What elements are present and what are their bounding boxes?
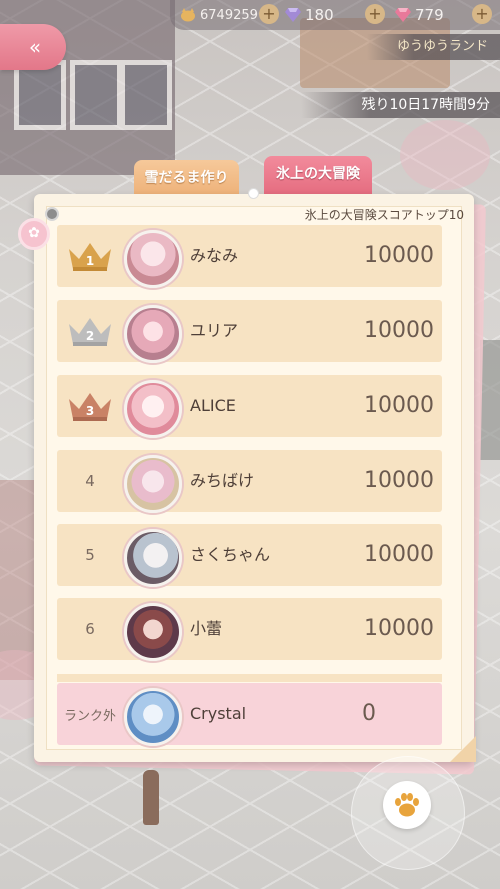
leaderboard-row[interactable]: 2 ユリア 10000 (57, 300, 442, 363)
leaderboard-title: 氷上の大冒険スコアトップ10 (304, 208, 464, 222)
rank-number: 4 (85, 472, 95, 490)
silver-crown-icon: 2 (65, 314, 115, 348)
pink-gem-icon (395, 8, 411, 22)
tab-snowman[interactable]: 雪だるま作り (134, 160, 239, 194)
diamond-value: 180 (305, 6, 334, 24)
player-name: さくちゃん (190, 545, 271, 564)
gold-crown-icon: 1 (65, 239, 115, 273)
avatar (124, 305, 182, 363)
leaderboard-row[interactable]: 3 ALICE 10000 (57, 375, 442, 438)
diamond-counter: 180 (285, 4, 334, 26)
rank-badge: 2 (57, 300, 123, 362)
player-name: みなみ (190, 246, 239, 265)
player-name: みちばけ (190, 471, 255, 490)
add-gem-button[interactable]: + (472, 4, 492, 24)
coin-cat-icon (181, 8, 195, 22)
player-name: ALICE (190, 396, 236, 415)
leaderboard-row[interactable]: 6 小蕾 10000 (57, 598, 442, 661)
player-name: ユリア (190, 321, 239, 340)
player-score: 10000 (364, 616, 434, 641)
my-rank-row[interactable]: ランク外 Crystal 0 (57, 683, 442, 746)
player-score: 10000 (364, 318, 434, 343)
leaderboard-row[interactable]: 4 みちばけ 10000 (57, 450, 442, 513)
avatar (124, 455, 182, 513)
event-timer: 残り10日17時間9分 (301, 92, 500, 118)
rank-number: 6 (85, 620, 95, 638)
avatar (124, 529, 182, 587)
leaderboard-row[interactable]: 1 みなみ 10000 (57, 225, 442, 288)
avatar (124, 230, 182, 288)
player-name: Crystal (190, 704, 247, 723)
rank-badge: 1 (57, 225, 123, 287)
back-button[interactable]: « (0, 24, 66, 70)
gem-value: 779 (415, 6, 444, 24)
purple-diamond-icon (285, 8, 301, 22)
rank-label: ランク外 (63, 708, 116, 724)
avatar (124, 603, 182, 661)
player-score: 10000 (364, 468, 434, 493)
rank-number: 5 (85, 546, 95, 564)
player-score: 0 (362, 701, 376, 726)
player-name: 小蕾 (190, 619, 223, 638)
gem-counter: 779 (395, 4, 444, 26)
bronze-crown-icon: 3 (65, 389, 115, 423)
player-score: 10000 (364, 393, 434, 418)
rank-badge: 3 (57, 375, 123, 437)
player-score: 10000 (364, 542, 434, 567)
add-diamond-button[interactable]: + (365, 4, 385, 24)
avatar (124, 380, 182, 438)
tab-ice-adventure[interactable]: 氷上の大冒険 (264, 156, 372, 194)
gold-counter: 6749259 (180, 4, 258, 26)
paw-button[interactable] (383, 781, 431, 829)
player-score: 10000 (364, 243, 434, 268)
leaderboard-row[interactable]: 5 さくちゃん 10000 (57, 524, 442, 587)
add-gold-button[interactable]: + (259, 4, 279, 24)
paw-icon (395, 793, 419, 817)
lamp-post (143, 770, 159, 825)
gold-value: 6749259 (200, 7, 258, 23)
double-chevron-left-icon: « (28, 35, 41, 59)
location-label: ゆうゆうランド (366, 34, 500, 60)
avatar (124, 688, 182, 746)
